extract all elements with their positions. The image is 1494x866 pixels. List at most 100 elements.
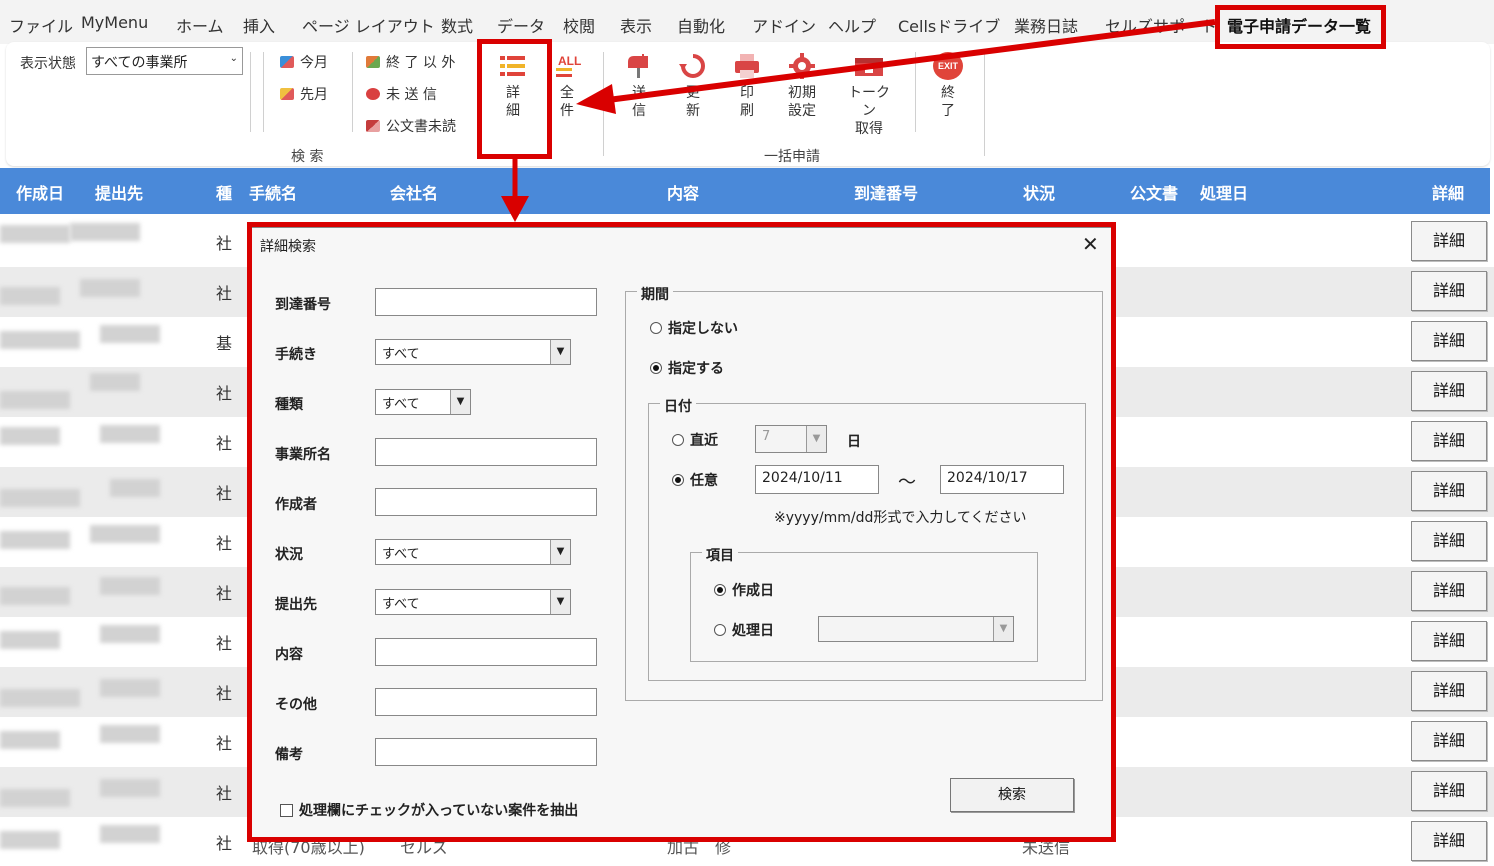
display-state-select[interactable]: すべての事業所 ⌄: [86, 47, 243, 75]
this-month-button[interactable]: 今月: [280, 52, 328, 72]
refresh-icon: [679, 54, 705, 78]
last-month-button[interactable]: 先月: [280, 84, 328, 104]
tab-cells-drive[interactable]: Cellsドライブ: [898, 13, 1000, 37]
col-submit-to: 提出先: [95, 184, 144, 203]
update-label-1: 更: [686, 85, 700, 101]
tab-insert[interactable]: 挿入: [243, 13, 275, 37]
redacted-cell: [0, 427, 60, 445]
token-button[interactable]: トークン 取得: [842, 52, 896, 138]
unread-docs-button[interactable]: 公文書未読: [366, 116, 456, 136]
separator: [984, 52, 985, 156]
redacted-cell: [0, 789, 70, 807]
row-kind: 社: [216, 384, 233, 403]
tab-data[interactable]: データ: [497, 13, 545, 37]
annotation-highlight-dialog: [247, 222, 1116, 842]
tab-automate[interactable]: 自動化: [677, 13, 725, 37]
row-detail-button[interactable]: 詳細: [1411, 571, 1487, 611]
tab-cells-support[interactable]: セルズサポート: [1105, 13, 1217, 37]
row-detail-button[interactable]: 詳細: [1411, 371, 1487, 411]
print-label-1: 印: [740, 85, 754, 101]
send-label-2: 信: [632, 103, 646, 119]
not-finished-button[interactable]: 終 了 以 外: [366, 52, 455, 72]
row-kind: 社: [216, 734, 233, 753]
row-detail-button[interactable]: 詳細: [1411, 471, 1487, 511]
annotation-highlight-tab: [1215, 5, 1386, 49]
initial-settings-button[interactable]: 初期 設定: [782, 52, 822, 120]
tab-page-layout[interactable]: ページ レイアウト: [302, 13, 435, 37]
col-company: 会社名: [390, 184, 439, 203]
row-detail-button[interactable]: 詳細: [1411, 721, 1487, 761]
redacted-cell: [0, 287, 60, 305]
tab-file[interactable]: ファイル: [9, 13, 73, 37]
col-status: 状況: [1023, 184, 1056, 203]
all-label-2: 件: [560, 103, 574, 119]
tab-addins[interactable]: アドイン: [752, 13, 816, 37]
tab-formulas[interactable]: 数式: [441, 13, 473, 37]
tab-business-log[interactable]: 業務日誌: [1014, 13, 1078, 37]
calendar-icon: [280, 56, 294, 68]
tab-home[interactable]: ホーム: [176, 13, 224, 37]
redacted-cell: [100, 625, 160, 643]
initial-settings-label-2: 設定: [788, 103, 816, 119]
redacted-cell: [0, 689, 80, 707]
col-created-date: 作成日: [16, 184, 65, 203]
row-kind: 社: [216, 534, 233, 553]
print-label-2: 刷: [740, 103, 754, 119]
unsent-icon: [366, 88, 380, 100]
row-detail-button[interactable]: 詳細: [1411, 221, 1487, 261]
row-kind: 社: [216, 834, 233, 853]
row-kind: 社: [216, 684, 233, 703]
row-kind: 社: [216, 634, 233, 653]
redacted-cell: [0, 531, 70, 549]
row-detail-button[interactable]: 詳細: [1411, 421, 1487, 461]
tab-view[interactable]: 表示: [620, 13, 652, 37]
group-label-batch: 一括申請: [764, 149, 820, 165]
row-detail-button[interactable]: 詳細: [1411, 271, 1487, 311]
row-detail-button[interactable]: 詳細: [1411, 671, 1487, 711]
all-label-1: 全: [560, 85, 574, 101]
redacted-cell: [100, 679, 160, 697]
exit-label-1: 終: [941, 85, 955, 101]
filter-icon: [366, 56, 380, 68]
update-button[interactable]: 更 新: [673, 52, 713, 120]
row-detail-button[interactable]: 詳細: [1411, 521, 1487, 561]
token-label-1: トークン: [848, 85, 890, 119]
col-kind: 種: [216, 184, 233, 203]
all-button[interactable]: ALL 全 件: [547, 52, 587, 120]
redacted-cell: [100, 577, 160, 595]
redacted-cell: [0, 225, 70, 243]
row-kind: 社: [216, 434, 233, 453]
unread-docs-label: 公文書未読: [386, 119, 456, 135]
row-detail-button[interactable]: 詳細: [1411, 621, 1487, 661]
redacted-cell: [0, 731, 60, 749]
exit-label-2: 了: [941, 103, 955, 119]
not-sent-button[interactable]: 未 送 信: [366, 84, 437, 104]
redacted-cell: [110, 479, 160, 497]
mailbox-icon: [628, 54, 648, 78]
tab-review[interactable]: 校閲: [563, 13, 595, 37]
row-detail-button[interactable]: 詳細: [1411, 321, 1487, 361]
printer-icon: [735, 54, 759, 78]
col-official-doc: 公文書: [1130, 184, 1179, 203]
row-kind: 社: [216, 234, 233, 253]
row-detail-button[interactable]: 詳細: [1411, 821, 1487, 861]
redacted-cell: [100, 779, 160, 797]
not-sent-label: 未 送 信: [386, 87, 437, 103]
tab-mymenu[interactable]: MyMenu: [81, 13, 148, 32]
separator: [603, 52, 604, 156]
print-button[interactable]: 印 刷: [727, 52, 767, 120]
redacted-cell: [0, 331, 80, 349]
mail-icon: [366, 120, 380, 132]
row-detail-button[interactable]: 詳細: [1411, 771, 1487, 811]
send-label-1: 送: [632, 85, 646, 101]
redacted-cell: [0, 587, 70, 605]
all-icon: ALL: [552, 52, 582, 80]
calendar-icon: [855, 58, 883, 76]
ribbon: 表示状態 すべての事業所 ⌄ 今月 先月 終 了 以 外 未 送 信 公文書未読…: [6, 42, 1490, 166]
redacted-cell: [80, 279, 140, 297]
send-button[interactable]: 送 信: [619, 52, 659, 120]
exit-button[interactable]: EXIT 終 了: [928, 52, 968, 120]
annotation-highlight-detail-button: [477, 39, 552, 159]
chevron-down-icon: ⌄: [229, 53, 238, 64]
tab-help[interactable]: ヘルプ: [828, 13, 876, 37]
